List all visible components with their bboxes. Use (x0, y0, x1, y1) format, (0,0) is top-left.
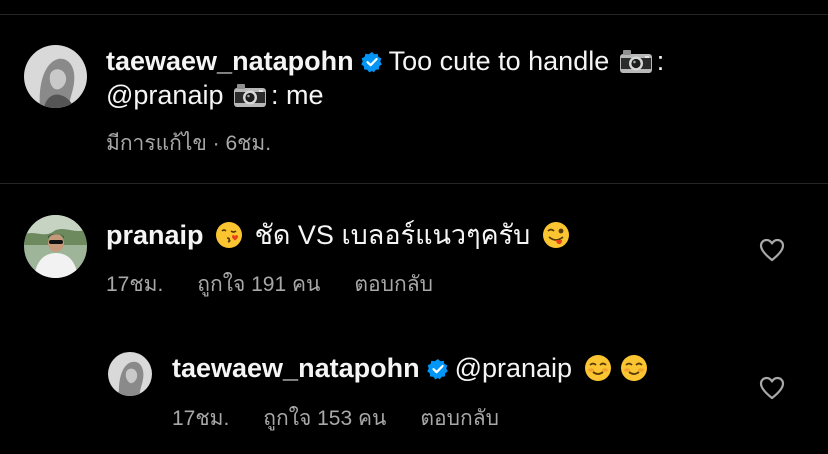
reply-avatar[interactable] (108, 352, 152, 396)
caption-text: taewaew_natapohn Too cute to handle : @pr… (106, 44, 796, 112)
comment-likes[interactable]: ถูกใจ 191 คน (197, 273, 320, 296)
verified-badge-icon (360, 51, 383, 73)
comment-reply-button[interactable]: ตอบกลับ (354, 273, 433, 296)
comment-avatar[interactable] (24, 215, 87, 278)
caption-username[interactable]: taewaew_natapohn (106, 46, 354, 76)
camera-emoji (619, 48, 653, 74)
kissing-face-emoji (215, 221, 243, 249)
heart-outline-icon (759, 376, 785, 400)
reply-likes[interactable]: ถูกใจ 153 คน (263, 407, 386, 430)
camera-emoji (233, 82, 267, 108)
caption-avatar[interactable] (24, 45, 87, 108)
comment-like-button[interactable] (759, 238, 785, 262)
heart-outline-icon (759, 238, 785, 262)
top-divider (0, 14, 828, 15)
verified-badge-icon (426, 358, 449, 380)
comment-time: 17ชม. (106, 273, 164, 296)
smiling-face-emoji (584, 354, 612, 382)
reply-text: taewaew_natapohn @pranaip (172, 351, 732, 385)
winking-tongue-emoji (542, 221, 570, 249)
comment-username[interactable]: pranaip (106, 220, 204, 250)
reply-username[interactable]: taewaew_natapohn (172, 353, 420, 383)
reply-like-button[interactable] (759, 376, 785, 400)
caption-text-part1: Too cute to handle (388, 46, 610, 76)
reply-mention[interactable]: @pranaip (455, 353, 572, 383)
caption-sep1: : (656, 46, 665, 76)
caption-mention[interactable]: @pranaip (106, 80, 223, 110)
reply-meta: 17ชม. ถูกใจ 153 คน ตอบกลับ (172, 402, 499, 435)
reply-reply-button[interactable]: ตอบกลับ (420, 407, 499, 430)
smiling-face-emoji (620, 354, 648, 382)
section-divider (0, 183, 828, 184)
comment-body: ชัด VS เบลอร์แนวๆครับ (254, 220, 531, 250)
caption-sep2: : me (271, 80, 324, 110)
comment-text: pranaip ชัด VS เบลอร์แนวๆครับ (106, 218, 726, 252)
comment-meta: 17ชม. ถูกใจ 191 คน ตอบกลับ (106, 268, 433, 301)
reply-time: 17ชม. (172, 407, 230, 430)
caption-meta: มีการแก้ไข · 6ชม. (106, 132, 272, 155)
